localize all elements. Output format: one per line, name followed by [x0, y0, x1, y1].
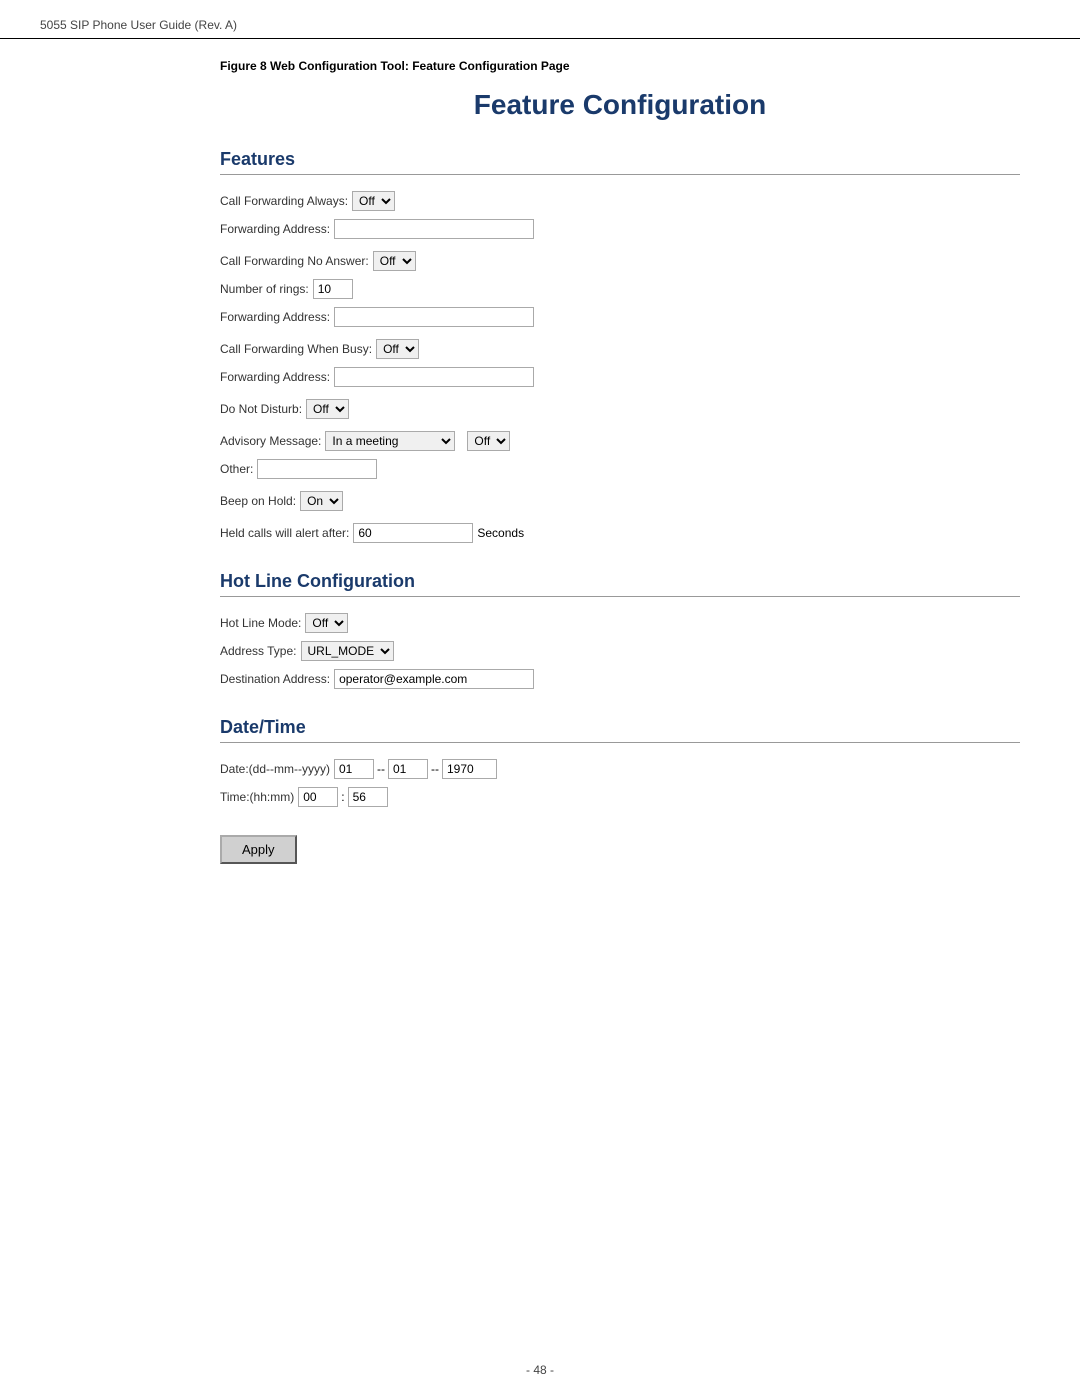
- date-year-input[interactable]: [442, 759, 497, 779]
- advisory-message-row: Advisory Message: In a meeting Out of of…: [220, 431, 1020, 451]
- time-minutes-input[interactable]: [348, 787, 388, 807]
- hotline-mode-row: Hot Line Mode: Off On: [220, 613, 1020, 633]
- page-header: 5055 SIP Phone User Guide (Rev. A): [0, 0, 1080, 39]
- date-sep1: --: [377, 762, 385, 776]
- apply-button[interactable]: Apply: [220, 835, 297, 864]
- call-forwarding-always-label: Call Forwarding Always:: [220, 194, 348, 208]
- forwarding-address-1-label: Forwarding Address:: [220, 222, 330, 236]
- date-label: Date:(dd--mm--yyyy): [220, 762, 330, 776]
- date-month-input[interactable]: [388, 759, 428, 779]
- forwarding-address-3-input[interactable]: [334, 367, 534, 387]
- time-label: Time:(hh:mm): [220, 790, 294, 804]
- call-forwarding-always-row: Call Forwarding Always: Off On: [220, 191, 1020, 211]
- date-day-input[interactable]: [334, 759, 374, 779]
- advisory-message-label: Advisory Message:: [220, 434, 321, 448]
- figure-caption: Figure 8 Web Configuration Tool: Feature…: [220, 59, 1020, 73]
- time-row: Time:(hh:mm) :: [220, 787, 1020, 807]
- forwarding-address-1-row: Forwarding Address:: [220, 219, 1020, 239]
- page-number: - 48 -: [526, 1363, 554, 1377]
- hotline-section: Hot Line Configuration Hot Line Mode: Of…: [220, 571, 1020, 689]
- do-not-disturb-select[interactable]: Off On: [306, 399, 349, 419]
- features-section-title: Features: [220, 149, 1020, 175]
- beep-on-hold-label: Beep on Hold:: [220, 494, 296, 508]
- number-of-rings-label: Number of rings:: [220, 282, 309, 296]
- forwarding-address-2-row: Forwarding Address:: [220, 307, 1020, 327]
- beep-on-hold-select[interactable]: On Off: [300, 491, 343, 511]
- other-label: Other:: [220, 462, 253, 476]
- call-forwarding-always-select[interactable]: Off On: [352, 191, 395, 211]
- destination-address-input[interactable]: [334, 669, 534, 689]
- page-footer: - 48 -: [0, 1363, 1080, 1377]
- forwarding-address-3-label: Forwarding Address:: [220, 370, 330, 384]
- number-of-rings-input[interactable]: [313, 279, 353, 299]
- time-hours-input[interactable]: [298, 787, 338, 807]
- do-not-disturb-label: Do Not Disturb:: [220, 402, 302, 416]
- do-not-disturb-row: Do Not Disturb: Off On: [220, 399, 1020, 419]
- advisory-message-status-select[interactable]: Off On: [467, 431, 510, 451]
- features-section: Features Call Forwarding Always: Off On …: [220, 149, 1020, 543]
- other-row: Other:: [220, 459, 1020, 479]
- hotline-mode-select[interactable]: Off On: [305, 613, 348, 633]
- call-forwarding-busy-label: Call Forwarding When Busy:: [220, 342, 372, 356]
- main-content: Figure 8 Web Configuration Tool: Feature…: [0, 39, 1080, 904]
- held-calls-suffix: Seconds: [477, 526, 524, 540]
- page-title: Feature Configuration: [220, 89, 1020, 121]
- other-input[interactable]: [257, 459, 377, 479]
- header-title: 5055 SIP Phone User Guide (Rev. A): [40, 18, 237, 32]
- address-type-select[interactable]: URL_MODE SIP_MODE: [301, 641, 394, 661]
- datetime-section: Date/Time Date:(dd--mm--yyyy) -- -- Time…: [220, 717, 1020, 807]
- destination-address-label: Destination Address:: [220, 672, 330, 686]
- apply-button-container: Apply: [220, 835, 1020, 864]
- forwarding-address-1-input[interactable]: [334, 219, 534, 239]
- destination-address-row: Destination Address:: [220, 669, 1020, 689]
- call-forwarding-no-answer-label: Call Forwarding No Answer:: [220, 254, 369, 268]
- call-forwarding-no-answer-row: Call Forwarding No Answer: Off On: [220, 251, 1020, 271]
- number-of-rings-row: Number of rings:: [220, 279, 1020, 299]
- address-type-label: Address Type:: [220, 644, 297, 658]
- call-forwarding-busy-row: Call Forwarding When Busy: Off On: [220, 339, 1020, 359]
- date-row: Date:(dd--mm--yyyy) -- --: [220, 759, 1020, 779]
- held-calls-row: Held calls will alert after: Seconds: [220, 523, 1020, 543]
- held-calls-input[interactable]: [353, 523, 473, 543]
- beep-on-hold-row: Beep on Hold: On Off: [220, 491, 1020, 511]
- time-sep: :: [341, 790, 344, 804]
- advisory-message-select[interactable]: In a meeting Out of office On vacation O…: [325, 431, 455, 451]
- forwarding-address-2-label: Forwarding Address:: [220, 310, 330, 324]
- address-type-row: Address Type: URL_MODE SIP_MODE: [220, 641, 1020, 661]
- held-calls-label: Held calls will alert after:: [220, 526, 349, 540]
- forwarding-address-2-input[interactable]: [334, 307, 534, 327]
- hotline-section-title: Hot Line Configuration: [220, 571, 1020, 597]
- call-forwarding-busy-select[interactable]: Off On: [376, 339, 419, 359]
- date-sep2: --: [431, 762, 439, 776]
- forwarding-address-3-row: Forwarding Address:: [220, 367, 1020, 387]
- datetime-section-title: Date/Time: [220, 717, 1020, 743]
- call-forwarding-no-answer-select[interactable]: Off On: [373, 251, 416, 271]
- hotline-mode-label: Hot Line Mode:: [220, 616, 301, 630]
